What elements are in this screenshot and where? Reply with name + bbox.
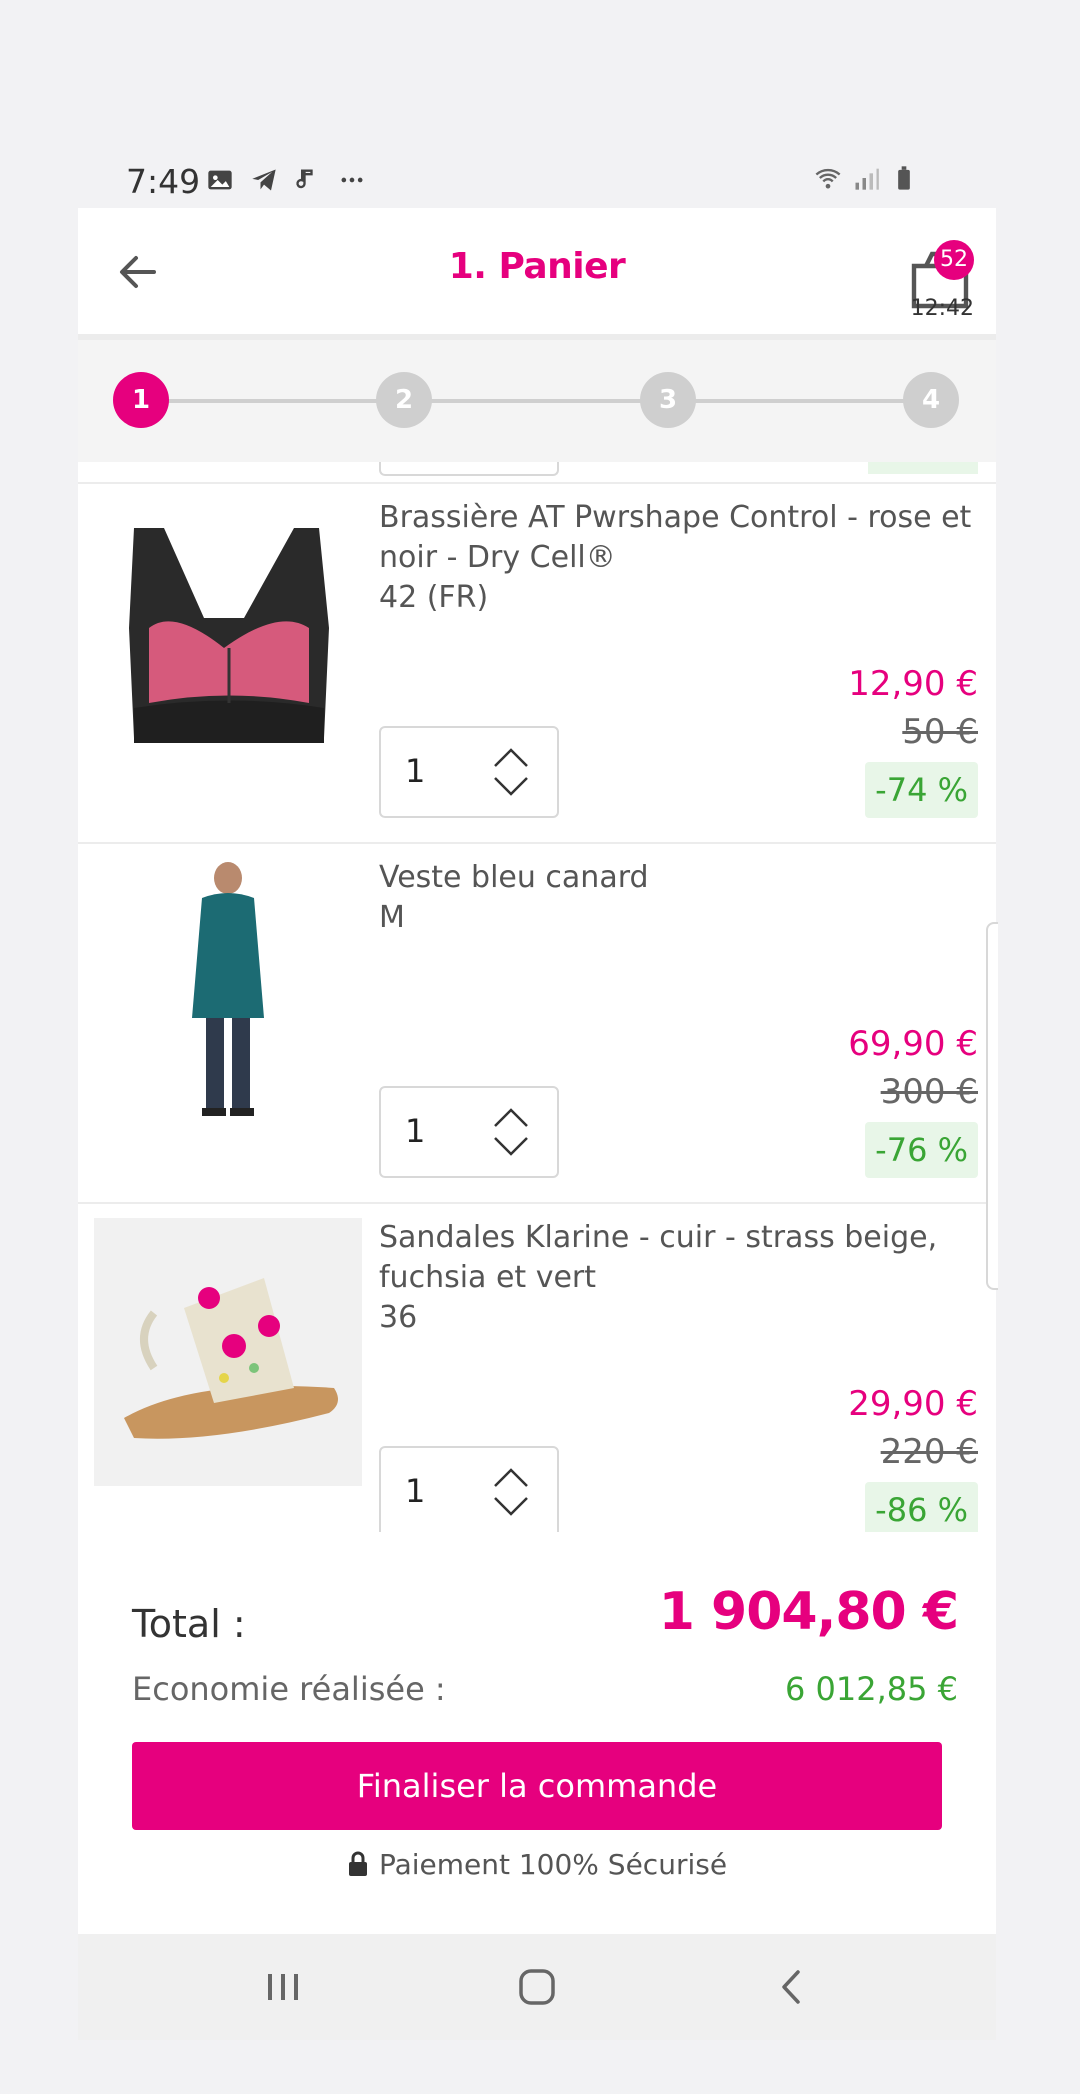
- more-icon: [341, 177, 363, 183]
- product-image-jacket[interactable]: [94, 858, 362, 1126]
- signal-icon: [855, 168, 879, 190]
- step-4: 4: [903, 372, 959, 428]
- secure-payment-note: Paiement 100% Sécurisé: [78, 1848, 996, 1881]
- stepper-line: [140, 399, 934, 403]
- quantity-stepper[interactable]: 1: [379, 1446, 559, 1532]
- status-time: 7:49: [126, 162, 201, 201]
- chevron-up-icon[interactable]: [491, 742, 531, 770]
- system-nav-bar: [78, 1934, 996, 2040]
- item-size: 42 (FR): [379, 580, 489, 615]
- chevron-up-icon[interactable]: [491, 1462, 531, 1490]
- savings-label: Economie réalisée :: [132, 1670, 446, 1708]
- previous-item-discount-edge: [868, 462, 978, 474]
- item-old-price: 220 €: [880, 1432, 978, 1472]
- savings-value: 6 012,85 €: [784, 1670, 958, 1708]
- cart-item: Sandales Klarine - cuir - strass beige, …: [78, 1202, 996, 1532]
- product-image-sandals[interactable]: [94, 1218, 362, 1486]
- product-image-sports-bra[interactable]: [94, 498, 362, 766]
- checkout-button[interactable]: Finaliser la commande: [132, 1742, 942, 1830]
- item-old-price: 300 €: [880, 1072, 978, 1112]
- step-3: 3: [640, 372, 696, 428]
- app-screen: 1. Panier 52 12:42 1 2 3 4 Brassière AT …: [78, 208, 996, 2040]
- discount-badge: -74 %: [865, 762, 978, 818]
- app-header: 1. Panier 52 12:42: [78, 208, 996, 340]
- chevron-up-icon[interactable]: [491, 1102, 531, 1130]
- lock-icon: [348, 1851, 367, 1876]
- battery-icon: [898, 166, 910, 190]
- status-bar: 7:49: [78, 150, 958, 210]
- music-icon: [296, 169, 313, 189]
- cart-item: Brassière AT Pwrshape Control - rose et …: [78, 482, 996, 842]
- side-panel-handle[interactable]: [986, 922, 998, 1290]
- previous-item-quantity-edge: [379, 462, 559, 476]
- chevron-down-icon[interactable]: [491, 1134, 531, 1162]
- item-name[interactable]: Sandales Klarine - cuir - strass beige, …: [379, 1218, 979, 1338]
- checkout-stepper: 1 2 3 4: [78, 340, 996, 462]
- discount-badge: -76 %: [865, 1122, 978, 1178]
- item-price: 12,90 €: [848, 664, 978, 704]
- item-price: 29,90 €: [848, 1384, 978, 1424]
- item-name[interactable]: Veste bleu canard M: [379, 858, 979, 938]
- cart-count-badge: 52: [934, 240, 974, 280]
- chevron-down-icon[interactable]: [491, 1494, 531, 1522]
- telegram-icon: [252, 169, 276, 191]
- quantity-value: 1: [405, 1112, 426, 1150]
- home-icon[interactable]: [510, 1960, 564, 2014]
- item-size: M: [379, 900, 405, 935]
- quantity-stepper[interactable]: 1: [379, 1086, 559, 1178]
- quantity-stepper[interactable]: 1: [379, 726, 559, 818]
- item-old-price: 50 €: [902, 712, 978, 752]
- cart-item: Veste bleu canard M 1 69,90 € 300 € -76 …: [78, 842, 996, 1202]
- cart-items-list[interactable]: Brassière AT Pwrshape Control - rose et …: [78, 462, 996, 1532]
- wifi-icon: [815, 168, 841, 189]
- total-label: Total :: [132, 1602, 246, 1646]
- item-name[interactable]: Brassière AT Pwrshape Control - rose et …: [379, 498, 979, 618]
- item-price: 69,90 €: [848, 1024, 978, 1064]
- quantity-value: 1: [405, 752, 426, 790]
- back-nav-icon[interactable]: [766, 1960, 820, 2014]
- discount-badge: -86 %: [865, 1482, 978, 1532]
- recent-apps-icon[interactable]: [256, 1960, 310, 2014]
- chevron-down-icon[interactable]: [491, 774, 531, 802]
- cart-timer: 12:42: [910, 296, 974, 321]
- total-value: 1 904,80 €: [658, 1582, 959, 1642]
- step-2: 2: [376, 372, 432, 428]
- quantity-value: 1: [405, 1472, 426, 1510]
- step-1: 1: [113, 372, 169, 428]
- page-title: 1. Panier: [448, 246, 626, 287]
- item-size: 36: [379, 1300, 418, 1335]
- image-icon: [208, 170, 232, 190]
- secure-payment-label: Paiement 100% Sécurisé: [378, 1848, 728, 1881]
